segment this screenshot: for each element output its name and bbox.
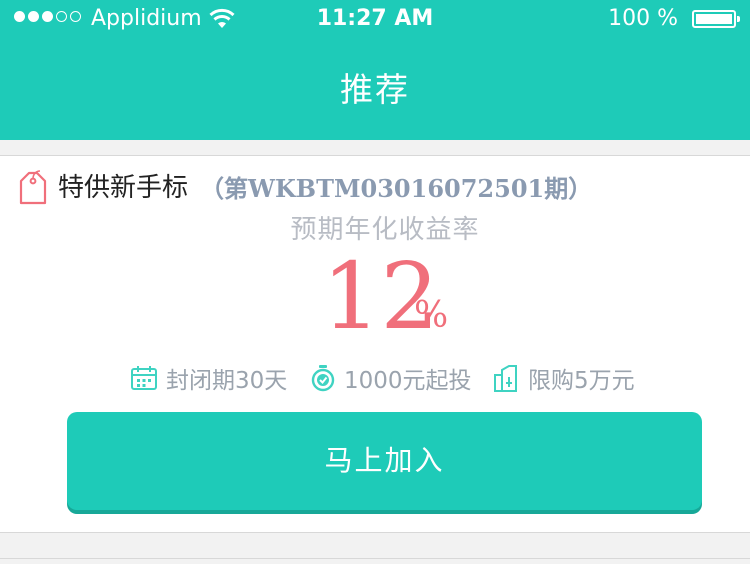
price-tag-icon bbox=[19, 170, 47, 205]
feature-label: 限购5万元 bbox=[528, 368, 635, 394]
purchase-limit-icon bbox=[494, 365, 517, 392]
calendar-icon bbox=[131, 366, 157, 390]
battery-icon bbox=[692, 10, 740, 28]
stopwatch-icon bbox=[311, 365, 335, 392]
feature-label: 封闭期30天 bbox=[166, 368, 288, 394]
product-card[interactable]: 特供新手标 （第WKBTM03016072501期） 预期年化收益率 12 % … bbox=[0, 155, 750, 533]
app-header: Applidium 11:27 AM 100 % 推荐 bbox=[0, 0, 750, 140]
battery-percentage: 100 % bbox=[608, 6, 678, 31]
product-name: 特供新手标 bbox=[58, 173, 189, 203]
feature-lock-period: 封闭期30天 bbox=[130, 358, 287, 398]
feature-min-investment: 1000元起投 bbox=[310, 358, 472, 398]
divider bbox=[0, 558, 750, 559]
page-title: 推荐 bbox=[340, 70, 410, 109]
feature-label: 1000元起投 bbox=[344, 368, 472, 394]
product-period: （第WKBTM03016072501期） bbox=[200, 174, 593, 203]
join-now-button[interactable]: 马上加入 bbox=[67, 412, 702, 510]
feature-purchase-limit: 限购5万元 bbox=[492, 358, 635, 398]
status-bar: Applidium 11:27 AM 100 % bbox=[0, 0, 750, 40]
rate-unit: % bbox=[414, 295, 449, 336]
feature-row: 封闭期30天 1000元起投 限购5万元 bbox=[0, 358, 750, 398]
